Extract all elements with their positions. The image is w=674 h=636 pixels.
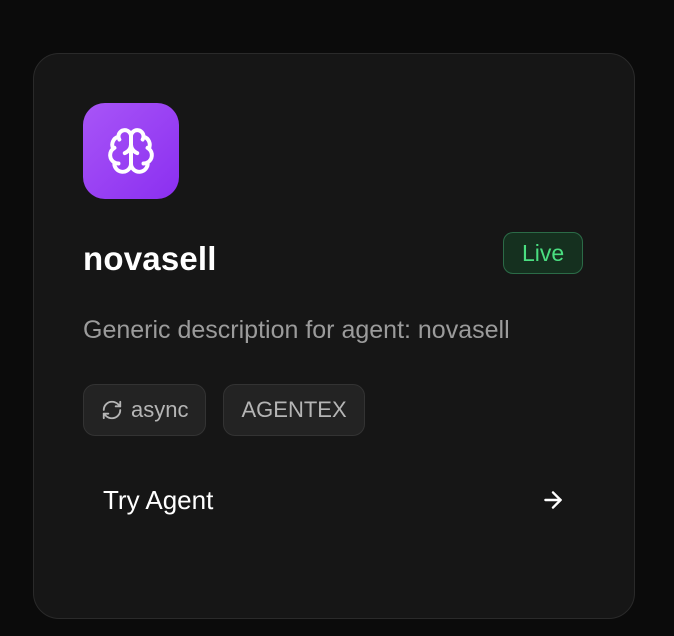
tag-label: async [131,397,189,422]
try-agent-label: Try Agent [103,484,214,515]
tag-async: async [83,384,207,436]
arrow-right-icon [540,487,566,513]
refresh-icon [102,400,122,420]
page: novasell Live Generic description for ag… [0,0,674,636]
agent-card[interactable]: novasell Live Generic description for ag… [33,53,635,619]
try-agent-button[interactable]: Try Agent [83,468,586,532]
status-badge: Live [503,232,584,274]
brain-icon [108,128,154,174]
tag-list: async AGENTEX [83,384,365,436]
tag-agentex: AGENTEX [223,384,365,436]
agent-name: novasell [83,240,217,277]
tag-label: AGENTEX [241,397,347,422]
agent-logo [83,103,179,199]
agent-description: Generic description for agent: novasell [83,316,510,344]
